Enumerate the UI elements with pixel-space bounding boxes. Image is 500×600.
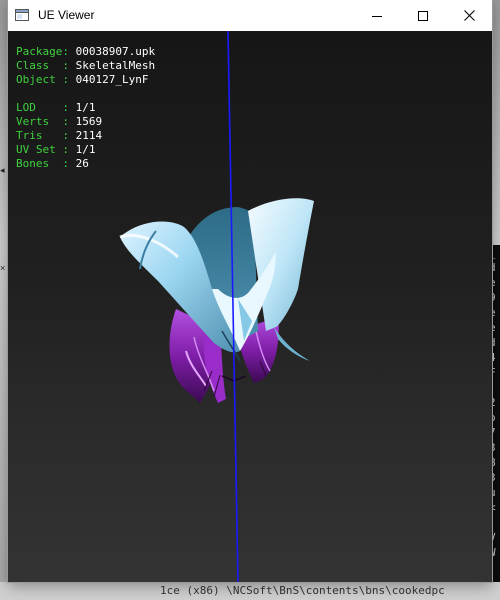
desktop-marker: × [0,263,6,273]
info-label: Object : [16,73,76,86]
3d-viewport[interactable]: Package: 00038907.upk Class : SkeletalMe… [8,31,492,582]
info-row-verts: Verts : 1569 [16,115,155,129]
info-value: SkeletalMesh [75,59,156,72]
info-value: 1569 [75,115,103,128]
info-row-object: Object : 040127_LynF [16,73,155,87]
close-icon [463,10,475,21]
info-value: 00038907.upk [75,45,156,58]
info-value: 040127_LynF [75,73,149,86]
info-label: Tris : [16,129,76,142]
info-row-tris: Tris : 2114 [16,129,155,143]
ue-viewer-window: UE Viewer Package: 00038907.upk Class: … [8,0,492,582]
info-row-lod: LOD : 1/1 [16,101,155,115]
background-console-strip: 1ce (x86) \NCSoft\BnS\contents\bns\cooke… [0,582,500,600]
app-icon [15,9,29,21]
info-value: 1/1 [75,101,96,114]
info-label: LOD : [16,101,76,114]
info-value: 2114 [75,129,103,142]
close-button[interactable] [446,0,492,31]
info-label: Verts : [16,115,76,128]
minimize-icon [372,15,382,17]
info-label: Bones : [16,157,76,170]
info-row-class: Class : SkeletalMesh [16,59,155,73]
info-value: 26 [75,157,89,170]
info-label: UV Set : [16,143,76,156]
minimize-button[interactable] [354,0,400,31]
info-label: Class : [16,59,76,72]
background-console-text: 1ce (x86) \NCSoft\BnS\contents\bns\cooke… [160,584,445,597]
maximize-button[interactable] [400,0,446,31]
info-row-bones: Bones : 26 [16,157,155,171]
info-value: 1/1 [75,143,96,156]
info-row-package: Package: 00038907.upk [16,45,155,59]
window-title: UE Viewer [38,8,95,22]
info-row-uvset: UV Set : 1/1 [16,143,155,157]
info-label: Package: [16,45,76,58]
desktop-marker: ◂ [0,165,5,175]
title-bar[interactable]: UE Viewer [8,0,492,31]
mesh-info-panel: Package: 00038907.upk Class : SkeletalMe… [16,45,155,171]
mesh-hat [119,198,314,362]
maximize-icon [418,10,428,21]
